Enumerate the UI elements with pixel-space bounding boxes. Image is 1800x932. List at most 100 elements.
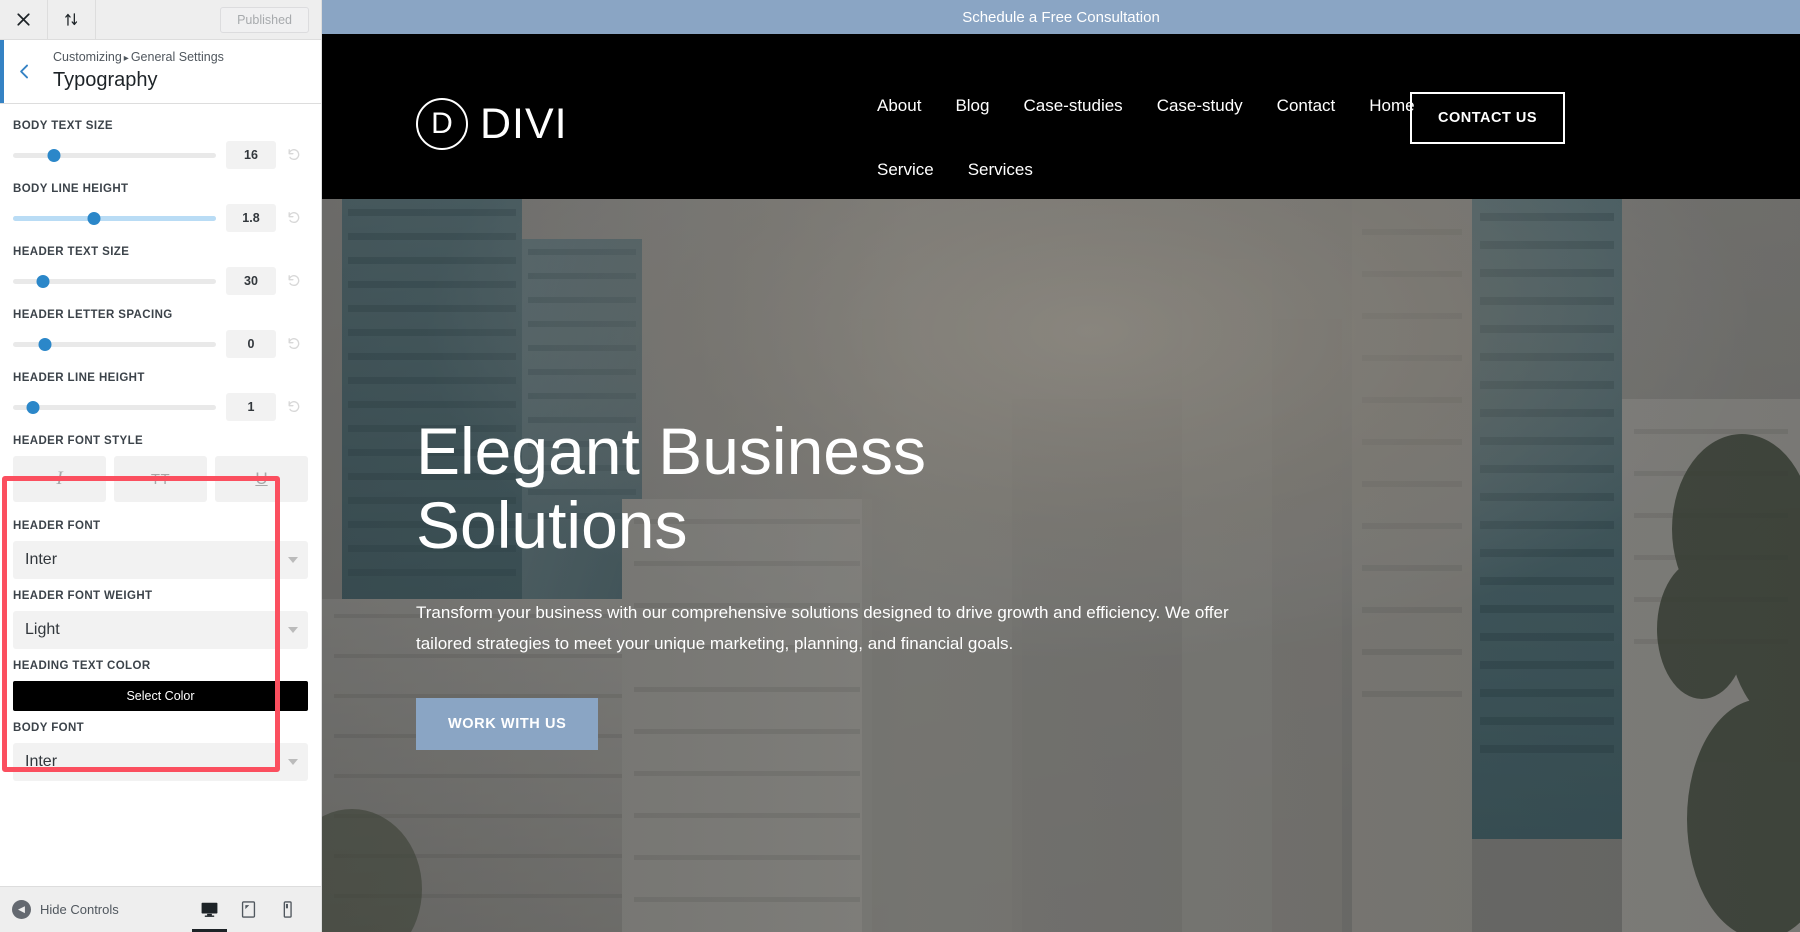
hero-heading-line-1: Elegant Business xyxy=(416,414,926,488)
chevron-left-circle-icon: ◀ xyxy=(12,900,31,919)
hero-paragraph: Transform your business with our compreh… xyxy=(416,602,1229,654)
header-font-weight-value: Light xyxy=(25,621,60,638)
breadcrumb-parent[interactable]: Customizing xyxy=(53,50,122,64)
italic-toggle[interactable]: I xyxy=(13,456,106,502)
body-font-value: Inter xyxy=(25,753,58,770)
header-line-height-slider[interactable] xyxy=(13,399,216,416)
highlighted-font-settings-group: HEADER FONT Inter HEADER FONT WEIGHT Lig… xyxy=(13,520,308,781)
nav-item-blog[interactable]: Blog xyxy=(955,96,989,116)
hide-controls-button[interactable]: ◀ Hide Controls xyxy=(12,900,119,919)
control-label: HEADER TEXT SIZE xyxy=(13,246,130,258)
control-label: HEADER FONT WEIGHT xyxy=(13,590,153,602)
control-label: HEADER FONT STYLE xyxy=(13,435,144,447)
site-logo-wordmark: DIVI xyxy=(480,99,568,148)
reset-icon[interactable] xyxy=(280,147,308,163)
site-preview-frame: Schedule a Free Consultation D DIVI Abou… xyxy=(322,0,1800,932)
reset-icon[interactable] xyxy=(280,399,308,415)
header-letter-spacing-slider[interactable] xyxy=(13,336,216,353)
promo-bar-text: Schedule a Free Consultation xyxy=(962,8,1160,26)
control-heading-text-color: HEADING TEXT COLOR Select Color xyxy=(13,660,308,711)
header-contact-us-button[interactable]: CONTACT US xyxy=(1410,92,1565,144)
publish-status-button[interactable]: Published xyxy=(220,6,309,33)
promo-bar[interactable]: Schedule a Free Consultation xyxy=(322,0,1800,34)
nav-item-home[interactable]: Home xyxy=(1369,96,1414,116)
header-font-value: Inter xyxy=(25,551,58,568)
select-color-button[interactable]: Select Color xyxy=(13,681,308,711)
body-font-select[interactable]: Inter xyxy=(13,743,308,781)
nav-item-services[interactable]: Services xyxy=(968,160,1033,180)
slider-knob[interactable] xyxy=(47,148,61,162)
slider-knob[interactable] xyxy=(38,337,52,351)
chevron-down-icon xyxy=(288,759,298,765)
header-font-select[interactable]: Inter xyxy=(13,541,308,579)
header-letter-spacing-value[interactable]: 0 xyxy=(226,330,276,358)
page-title: Typography xyxy=(53,68,158,91)
slider-track xyxy=(13,404,216,410)
body-text-size-value[interactable]: 16 xyxy=(226,141,276,169)
control-body-font: BODY FONT Inter xyxy=(13,722,308,781)
header-line-height-value[interactable]: 1 xyxy=(226,393,276,421)
header-font-weight-select[interactable]: Light xyxy=(13,611,308,649)
customizer-screen: Published Customizing ▸ General Settings T… xyxy=(0,0,1800,932)
control-label: BODY LINE HEIGHT xyxy=(13,183,129,195)
uppercase-toggle[interactable]: TT xyxy=(114,456,207,502)
control-label: HEADING TEXT COLOR xyxy=(13,660,151,672)
control-row: 0 xyxy=(13,330,308,358)
chevron-down-icon xyxy=(288,627,298,633)
customizer-topbar: Published xyxy=(0,0,321,40)
customizer-footer: ◀ Hide Controls xyxy=(0,886,321,932)
breadcrumb-separator: ▸ xyxy=(123,53,129,64)
slider-track xyxy=(13,152,216,158)
mobile-preview-icon[interactable] xyxy=(278,887,297,932)
control-row: 1 xyxy=(13,393,308,421)
divi-logo-icon: D xyxy=(416,98,468,150)
hide-controls-label: Hide Controls xyxy=(40,902,119,917)
close-icon[interactable] xyxy=(0,0,48,39)
control-body-line-height: BODY LINE HEIGHT 1.8 xyxy=(13,183,308,232)
reset-icon[interactable] xyxy=(280,336,308,352)
control-label: HEADER LINE HEIGHT xyxy=(13,372,145,384)
sort-arrows-icon[interactable] xyxy=(48,0,96,39)
control-header-text-size: HEADER TEXT SIZE 30 xyxy=(13,246,308,295)
nav-item-about[interactable]: About xyxy=(877,96,921,116)
control-header-letter-spacing: HEADER LETTER SPACING 0 xyxy=(13,309,308,358)
slider-knob[interactable] xyxy=(36,274,50,288)
control-row: 16 xyxy=(13,141,308,169)
desktop-preview-icon[interactable] xyxy=(192,887,227,932)
body-line-height-slider[interactable] xyxy=(13,210,216,227)
control-header-font-style: HEADER FONT STYLE I TT U xyxy=(13,435,308,502)
control-label: HEADER FONT xyxy=(13,520,101,532)
tablet-preview-icon[interactable] xyxy=(239,887,258,932)
customizer-controls: BODY TEXT SIZE 16 BODY LINE HEIGHT 1.8 H… xyxy=(0,104,321,886)
header-text-size-value[interactable]: 30 xyxy=(226,267,276,295)
body-text-size-slider[interactable] xyxy=(13,147,216,164)
control-label: BODY FONT xyxy=(13,722,85,734)
nav-item-contact[interactable]: Contact xyxy=(1277,96,1336,116)
site-logo[interactable]: D DIVI xyxy=(416,98,568,150)
slider-knob[interactable] xyxy=(87,211,101,225)
nav-item-service[interactable]: Service xyxy=(877,160,934,180)
control-body-text-size: BODY TEXT SIZE 16 xyxy=(13,120,308,169)
hero-section: Elegant Business Solutions Transform you… xyxy=(322,199,1800,932)
hero-content: Elegant Business Solutions Transform you… xyxy=(416,414,1236,750)
control-row: 30 xyxy=(13,267,308,295)
hero-heading-line-2: Solutions xyxy=(416,487,688,562)
slider-knob[interactable] xyxy=(26,400,40,414)
underline-toggle[interactable]: U xyxy=(215,456,308,502)
reset-icon[interactable] xyxy=(280,273,308,289)
nav-item-case-study[interactable]: Case-study xyxy=(1157,96,1243,116)
site-header: D DIVI About Blog Case-studies Case-stud… xyxy=(322,34,1800,243)
header-text-size-slider[interactable] xyxy=(13,273,216,290)
hero-heading: Elegant Business Solutions xyxy=(416,414,1236,563)
hero-cta-button[interactable]: WORK WITH US xyxy=(416,697,599,750)
chevron-down-icon xyxy=(288,557,298,563)
nav-item-case-studies[interactable]: Case-studies xyxy=(1023,96,1122,116)
control-header-font: HEADER FONT Inter xyxy=(13,520,308,579)
chevron-left-icon[interactable] xyxy=(0,40,45,103)
reset-icon[interactable] xyxy=(280,210,308,226)
control-label: HEADER LETTER SPACING xyxy=(13,309,173,321)
control-header-line-height: HEADER LINE HEIGHT 1 xyxy=(13,372,308,421)
body-line-height-value[interactable]: 1.8 xyxy=(226,204,276,232)
breadcrumb: Customizing ▸ General Settings xyxy=(53,49,224,67)
